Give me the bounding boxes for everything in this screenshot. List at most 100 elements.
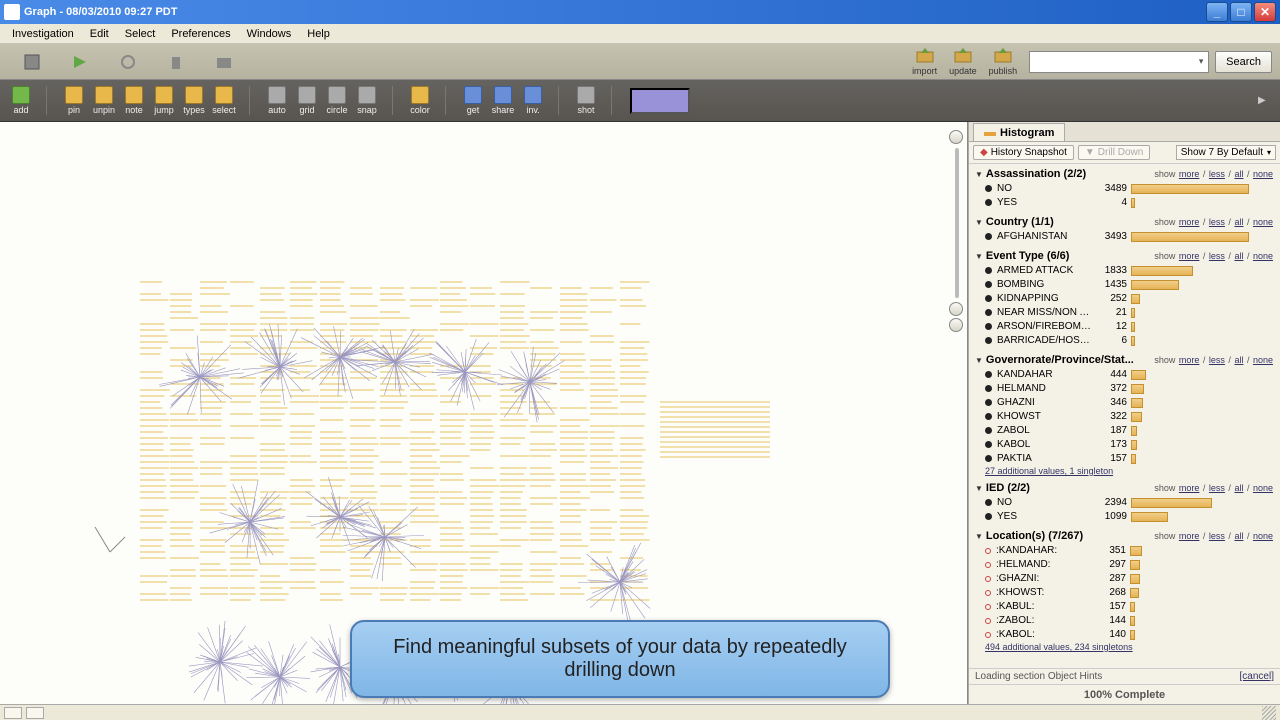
link-none[interactable]: none <box>1253 355 1273 365</box>
select-button[interactable]: select <box>209 86 239 115</box>
share-button[interactable]: share <box>488 86 518 115</box>
link-more[interactable]: more <box>1179 355 1200 365</box>
section-toggle-icon[interactable]: ▼ <box>975 484 983 493</box>
auto-button[interactable]: auto <box>262 86 292 115</box>
link-all[interactable]: all <box>1234 355 1243 365</box>
link-all[interactable]: all <box>1234 217 1243 227</box>
link-none[interactable]: none <box>1253 251 1273 261</box>
histogram-row[interactable]: NO3489 <box>975 182 1274 196</box>
link-more[interactable]: more <box>1179 483 1200 493</box>
link-all[interactable]: all <box>1234 531 1243 541</box>
section-title[interactable]: Event Type (6/6) <box>986 250 1070 262</box>
histogram-row[interactable]: NO2394 <box>975 496 1274 510</box>
histogram-row[interactable]: PAKTIA157 <box>975 452 1274 466</box>
update-button[interactable]: update <box>949 48 977 76</box>
histogram-row[interactable]: :KANDAHAR:351 <box>975 544 1274 558</box>
section-title[interactable]: IED (2/2) <box>986 482 1030 494</box>
search-dropdown-icon[interactable]: ▾ <box>1194 56 1208 67</box>
link-less[interactable]: less <box>1209 483 1225 493</box>
link-none[interactable]: none <box>1253 217 1273 227</box>
unpin-button[interactable]: unpin <box>89 86 119 115</box>
search-button[interactable]: Search <box>1215 51 1272 73</box>
link-none[interactable]: none <box>1253 169 1273 179</box>
link-none[interactable]: none <box>1253 483 1273 493</box>
status-icon-1[interactable] <box>4 707 22 719</box>
additional-values-link[interactable]: 494 additional values, 234 singletons <box>975 642 1274 652</box>
section-toggle-icon[interactable]: ▼ <box>975 218 983 227</box>
histogram-row[interactable]: YES4 <box>975 196 1274 210</box>
zoom-out-icon[interactable] <box>949 318 963 332</box>
section-title[interactable]: Assassination (2/2) <box>986 168 1086 180</box>
snap-button[interactable]: snap <box>352 86 382 115</box>
link-none[interactable]: none <box>1253 531 1273 541</box>
section-toggle-icon[interactable]: ▼ <box>975 532 983 541</box>
status-icon-2[interactable] <box>26 707 44 719</box>
histogram-row[interactable]: :HELMAND:297 <box>975 558 1274 572</box>
menu-help[interactable]: Help <box>299 26 338 42</box>
toolbar-icon-1[interactable] <box>16 48 48 76</box>
toolbar-icon-play[interactable] <box>64 48 96 76</box>
selection-preview[interactable] <box>630 88 690 114</box>
histogram-row[interactable]: :ZABOL:144 <box>975 614 1274 628</box>
menu-windows[interactable]: Windows <box>239 26 300 42</box>
toolbar-expand-icon[interactable]: ▶ <box>1258 95 1270 106</box>
note-button[interactable]: note <box>119 86 149 115</box>
histogram-row[interactable]: NEAR MISS/NON ATTACK I...21 <box>975 306 1274 320</box>
histogram-row[interactable]: ARMED ATTACK1833 <box>975 264 1274 278</box>
link-more[interactable]: more <box>1179 531 1200 541</box>
link-all[interactable]: all <box>1234 483 1243 493</box>
histogram-row[interactable]: :KABUL:157 <box>975 600 1274 614</box>
graph-canvas[interactable] <box>0 122 968 704</box>
circle-button[interactable]: circle <box>322 86 352 115</box>
histogram-row[interactable]: :KHOWST:268 <box>975 586 1274 600</box>
add-button[interactable]: add <box>6 86 36 115</box>
link-more[interactable]: more <box>1179 251 1200 261</box>
cancel-link[interactable]: [cancel] <box>1240 671 1274 682</box>
types-button[interactable]: types <box>179 86 209 115</box>
additional-values-link[interactable]: 27 additional values, 1 singleton <box>975 466 1274 476</box>
link-more[interactable]: more <box>1179 169 1200 179</box>
histogram-row[interactable]: ZABOL187 <box>975 424 1274 438</box>
zoom-fit-icon[interactable] <box>949 130 963 144</box>
menu-investigation[interactable]: Investigation <box>4 26 82 42</box>
histogram-row[interactable]: :KABOL:140 <box>975 628 1274 642</box>
link-less[interactable]: less <box>1209 217 1225 227</box>
drill-down-button[interactable]: ▼Drill Down <box>1078 145 1150 160</box>
toolbar-icon-trash[interactable] <box>160 48 192 76</box>
histogram-row[interactable]: KABOL173 <box>975 438 1274 452</box>
publish-button[interactable]: publish <box>989 48 1018 76</box>
maximize-button[interactable]: □ <box>1230 2 1252 22</box>
section-title[interactable]: Governorate/Province/Stat... <box>986 354 1134 366</box>
section-title[interactable]: Location(s) (7/267) <box>986 530 1083 542</box>
link-less[interactable]: less <box>1209 531 1225 541</box>
link-less[interactable]: less <box>1209 169 1225 179</box>
link-less[interactable]: less <box>1209 355 1225 365</box>
histogram-row[interactable]: KIDNAPPING252 <box>975 292 1274 306</box>
link-all[interactable]: all <box>1234 251 1243 261</box>
histogram-row[interactable]: BARRICADE/HOSTAGE6 <box>975 334 1274 348</box>
shot-button[interactable]: shot <box>571 86 601 115</box>
histogram-row[interactable]: :GHAZNI:287 <box>975 572 1274 586</box>
histogram-row[interactable]: KHOWST322 <box>975 410 1274 424</box>
link-all[interactable]: all <box>1234 169 1243 179</box>
histogram-row[interactable]: KANDAHAR444 <box>975 368 1274 382</box>
toolbar-icon-folder[interactable] <box>208 48 240 76</box>
zoom-slider[interactable] <box>949 130 965 330</box>
show-default-dropdown[interactable]: Show 7 By Default <box>1176 145 1276 160</box>
section-title[interactable]: Country (1/1) <box>986 216 1054 228</box>
toolbar-icon-refresh[interactable] <box>112 48 144 76</box>
import-button[interactable]: import <box>912 48 937 76</box>
menu-edit[interactable]: Edit <box>82 26 117 42</box>
section-toggle-icon[interactable]: ▼ <box>975 252 983 261</box>
histogram-row[interactable]: ARSON/FIREBOMBING12 <box>975 320 1274 334</box>
histogram-row[interactable]: YES1099 <box>975 510 1274 524</box>
minimize-button[interactable]: _ <box>1206 2 1228 22</box>
close-button[interactable]: ✕ <box>1254 2 1276 22</box>
history-snapshot-button[interactable]: ◆History Snapshot <box>973 145 1074 160</box>
histogram-row[interactable]: GHAZNI346 <box>975 396 1274 410</box>
link-less[interactable]: less <box>1209 251 1225 261</box>
menu-select[interactable]: Select <box>117 26 164 42</box>
menu-preferences[interactable]: Preferences <box>163 26 238 42</box>
histogram-row[interactable]: AFGHANISTAN3493 <box>975 230 1274 244</box>
pin-button[interactable]: pin <box>59 86 89 115</box>
